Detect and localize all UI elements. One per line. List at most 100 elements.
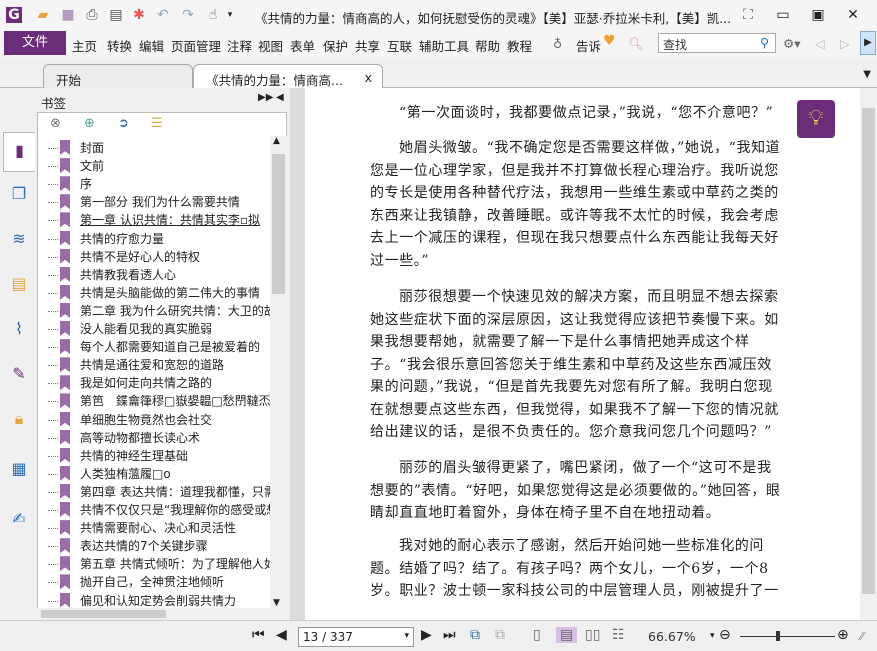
menu-page-manage[interactable]: 页面管理 — [171, 36, 221, 55]
security-lock-icon[interactable]: 🔒︎ — [9, 409, 29, 431]
bookmark-item[interactable]: 序 — [38, 175, 270, 193]
bookmark-item[interactable]: 表达共情的7个关键步骤 — [38, 537, 270, 555]
pages-panel-icon[interactable]: ❐ — [9, 184, 29, 206]
bookmark-item[interactable]: 共情需要耐心、决心和灵活性 — [38, 519, 270, 537]
menu-connect[interactable]: 互联 — [387, 36, 412, 55]
menu-form[interactable]: 表单 — [290, 36, 315, 55]
page-number-input[interactable]: 13 / 337 ▾ — [298, 627, 414, 647]
redo-icon[interactable]: ↷ — [180, 7, 196, 23]
undo-icon[interactable]: ↶ — [155, 7, 171, 23]
tips-lightbulb-button[interactable]: 💡︎ — [797, 100, 835, 138]
bookmark-scrollbar[interactable]: ▲ ▼ — [270, 136, 287, 608]
zoom-level[interactable]: 66.67% — [648, 629, 696, 644]
back-arrow-icon[interactable]: ◁ — [815, 36, 825, 51]
forward-arrow-icon[interactable]: ▷ — [840, 36, 850, 51]
hand-tool-icon[interactable]: ☝ — [205, 7, 221, 23]
scroll-down-icon[interactable]: ▼ — [273, 598, 280, 608]
bookmarks-panel-tab[interactable]: ▮ — [3, 132, 35, 172]
menu-protect[interactable]: 保护 — [323, 36, 348, 55]
tab-close-button[interactable]: x — [365, 70, 372, 85]
previous-view-icon[interactable]: ⧉ — [470, 627, 480, 643]
signatures-panel-icon[interactable]: ✎ — [9, 364, 29, 386]
open-icon[interactable]: ▰ — [35, 7, 51, 23]
heart-icon[interactable]: ♥ — [603, 33, 616, 49]
menu-accessibility[interactable]: 辅助工具 — [419, 36, 469, 55]
panel-splitter[interactable] — [290, 88, 305, 620]
menu-view[interactable]: 视图 — [258, 36, 283, 55]
properties-icon[interactable]: ▤ — [108, 7, 124, 23]
continuous-facing-icon[interactable]: ☷ — [612, 627, 625, 643]
bookmark-hscrollbar[interactable] — [37, 608, 287, 620]
bookmark-item[interactable]: 封面 — [38, 139, 270, 157]
menu-help[interactable]: 帮助 — [475, 36, 500, 55]
bookmark-item[interactable]: 共情不是好心人的特权 — [38, 248, 270, 266]
previous-page-button[interactable]: ◀ — [276, 627, 287, 643]
file-menu[interactable]: 文件 — [4, 31, 66, 55]
menu-tutorial[interactable]: 教程 — [507, 36, 532, 55]
customize-dropdown-icon[interactable]: ▾ — [222, 7, 238, 23]
single-page-icon[interactable]: ▯ — [533, 627, 541, 643]
menu-home[interactable]: 主页 — [72, 36, 97, 55]
bookmark-item[interactable]: 共情是头脑能做的第二伟大的事情 — [38, 284, 270, 302]
print-icon[interactable]: ⎙ — [84, 7, 100, 23]
menu-edit[interactable]: 编辑 — [139, 36, 164, 55]
save-icon[interactable]: ■ — [60, 7, 76, 23]
bookmark-item[interactable]: 每个人都需要知道自己是被爱着的 — [38, 338, 270, 356]
add-bookmark-icon[interactable]: ⊕ — [84, 116, 95, 131]
bookmark-item[interactable]: 第二章 我为什么研究共情：大卫的故 — [38, 302, 270, 320]
tab-list-dropdown-icon[interactable]: ▼ — [863, 69, 871, 80]
bookmark-item[interactable]: 共情的神经生理基础 — [38, 447, 270, 465]
document-scrollbar[interactable] — [860, 88, 877, 620]
zoom-slider-thumb[interactable] — [775, 631, 780, 641]
zoom-in-button[interactable]: ⊕ — [837, 627, 849, 643]
bookmark-item[interactable]: 第四章 表达共情：道理我都懂，只需 — [38, 483, 270, 501]
resize-grip-icon[interactable]: ⁄⁄ — [860, 630, 864, 643]
next-view-icon[interactable]: ⧉ — [495, 627, 505, 643]
zoom-out-button[interactable]: ⊖ — [719, 627, 731, 643]
menu-share[interactable]: 共享 — [355, 36, 380, 55]
bookmark-item[interactable]: 人类独栯薀履□o — [38, 465, 270, 483]
scroll-thumb[interactable] — [272, 154, 285, 294]
bookmark-item[interactable]: 高等动物都擅长读心术 — [38, 429, 270, 447]
first-page-button[interactable]: ⏮ — [252, 627, 265, 643]
certificate-panel-icon[interactable]: ✍ — [9, 509, 29, 531]
bookmark-item[interactable]: 第一部分 我们为什么需要共情 — [38, 193, 270, 211]
search-input[interactable]: 查找 — [658, 33, 776, 53]
attachments-panel-icon[interactable]: ⌇ — [9, 319, 29, 341]
bookmark-item[interactable]: 共情不仅仅只是“我理解你的感受或想 — [38, 501, 270, 519]
facing-pages-icon[interactable]: ▯▯ — [585, 627, 600, 643]
zoom-dropdown-icon[interactable]: ▾ — [710, 631, 715, 641]
next-page-button[interactable]: ▶ — [421, 627, 432, 643]
ribbon-scroll-right-button[interactable]: ▶ — [860, 31, 876, 55]
minimize-button[interactable]: ▭ — [775, 7, 791, 23]
bookmark-item[interactable]: 第一章 认识共情：共情其实李▫拟 — [38, 211, 270, 229]
zoom-slider[interactable] — [740, 636, 835, 637]
fullscreen-icon[interactable]: ⛶ — [740, 7, 756, 23]
comments-panel-icon[interactable]: ▤ — [9, 274, 29, 296]
tell-me[interactable]: 告诉 — [576, 36, 601, 55]
bookmark-item[interactable]: 文前 — [38, 157, 270, 175]
bookmark-item[interactable]: 共情的疗愈力量 — [38, 230, 270, 248]
bookmark-item[interactable]: 我是如何走向共情之路的 — [38, 374, 270, 392]
maximize-button[interactable]: ▣ — [810, 7, 826, 23]
menu-comment[interactable]: 注释 — [227, 36, 252, 55]
tab-document[interactable]: 《共情的力量：情商高... x — [193, 64, 383, 88]
bookmark-item[interactable]: 没人能看见我的真实脆弱 — [38, 320, 270, 338]
find-folder-icon[interactable]: 🔍︎ — [628, 36, 644, 52]
bookmark-item[interactable]: 共情是通往爱和宽恕的道路 — [38, 356, 270, 374]
scroll-thumb[interactable] — [862, 108, 875, 594]
tab-start[interactable]: 开始 — [43, 64, 193, 88]
close-window-button[interactable]: ✕ — [845, 7, 861, 23]
last-page-button[interactable]: ⏭ — [443, 627, 456, 643]
delete-bookmark-icon[interactable]: ⊗ — [50, 116, 61, 131]
layers-panel-icon[interactable]: ≋ — [9, 229, 29, 251]
search-icon[interactable]: ⚲ — [760, 35, 769, 50]
expand-panel-icon[interactable]: ▶▶ — [258, 92, 273, 103]
menu-convert[interactable]: 转换 — [107, 36, 132, 55]
hscroll-thumb[interactable] — [41, 610, 166, 618]
goto-bookmark-icon[interactable]: ➲ — [118, 116, 129, 131]
scroll-up-icon[interactable]: ▲ — [273, 136, 280, 146]
bookmark-item[interactable]: 共情教我看透人心 — [38, 266, 270, 284]
bookmark-item[interactable]: 第笆 鍱龠箻穋□嶽嫢韞□愁閅韃㶨 — [38, 392, 270, 410]
content-panel-icon[interactable]: ▦ — [9, 459, 29, 481]
